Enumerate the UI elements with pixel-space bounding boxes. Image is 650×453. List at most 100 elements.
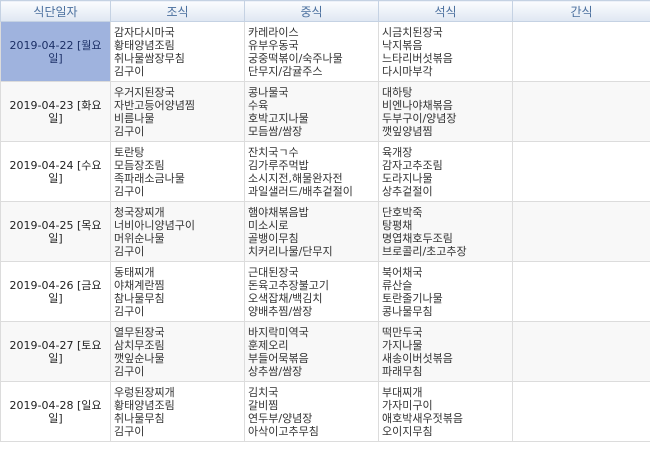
breakfast-item: 취나물쌈장무침 [114,51,185,65]
breakfast-cell: 열무된장국 삼치무조림 깻잎순나물 김구이 [110,321,245,382]
dinner-item: 오이지무침 [382,424,433,438]
lunch-item: 연두부/양념장 [248,411,313,425]
date-cell: 2019-04-27 [토요일] [0,321,111,382]
breakfast-item: 김구이 [114,184,145,198]
breakfast-item: 우렁된장찌개 [114,385,175,399]
dinner-item: 비엔나야채볶음 [382,98,453,112]
lunch-cell: 콩나물국 수육 호박고지나물 모듬쌈/쌈장 [244,81,379,142]
breakfast-cell: 토란탕 모듬장조림 족파래소금나물 김구이 [110,141,245,202]
dinner-item: 육개장 [382,145,413,159]
breakfast-item: 청국장찌개 [114,205,165,219]
dinner-item: 느타리버섯볶음 [382,51,453,65]
dinner-cell: 떡만두국 가지나물 새송이버섯볶음 파래무침 [378,321,513,382]
lunch-cell: 햄야채볶음밥 미소시로 골뱅이무침 치커리나물/단무지 [244,201,379,262]
table-header-row: 식단일자 조식 중식 석식 간식 [0,0,650,22]
dinner-item: 새송이버섯볶음 [382,351,453,365]
lunch-item: 바지락미역국 [248,325,309,339]
table-row[interactable]: 2019-04-26 [금요일] 동태찌개 야채계란찜 참나물무침 김구이 근대된장국 돈육… [0,261,650,322]
lunch-cell: 잔치국ㄱ수 김가루주먹밥 소시지전,해물완자전 과일샐러드/배추겉절이 [244,141,379,202]
breakfast-item: 머위순나물 [114,231,165,245]
breakfast-item: 자반고등어양념찜 [114,98,195,112]
header-date[interactable]: 식단일자 [0,0,111,22]
lunch-item: 훈제오리 [248,338,289,352]
table-row[interactable]: 2019-04-22 [월요일] 감자다시마국 황태양념조림 취나물쌈장무침 김구이 카레… [0,21,650,82]
breakfast-item: 김구이 [114,244,145,258]
breakfast-item: 동태찌개 [114,265,155,279]
lunch-item: 모듬쌈/쌈장 [248,124,303,138]
date-cell: 2019-04-23 [화요일] [0,81,111,142]
lunch-item: 골뱅이무침 [248,231,299,245]
breakfast-item: 참나물무침 [114,291,165,305]
date-cell: 2019-04-22 [월요일] [0,21,111,82]
lunch-item: 상추쌈/쌈장 [248,364,303,378]
dinner-cell: 북어채국 류산슬 토란줄기나물 콩나물무침 [378,261,513,322]
table-row[interactable]: 2019-04-28 [일요일] 우렁된장찌개 황태양념조림 취나물무침 김구이 김치국 갈… [0,381,650,442]
snack-cell [512,201,650,262]
dinner-item: 브로콜리/초고추장 [382,244,467,258]
dinner-item: 두부구이/양념장 [382,111,457,125]
date-cell: 2019-04-24 [수요일] [0,141,111,202]
lunch-item: 호박고지나물 [248,111,309,125]
dinner-item: 가자미구이 [382,398,433,412]
dinner-item: 토란줄기나물 [382,291,443,305]
snack-cell [512,321,650,382]
lunch-item: 아삭이고추무침 [248,424,319,438]
header-snack[interactable]: 간식 [512,0,650,22]
dinner-cell: 육개장 감자고추조림 도라지나물 상추겉절이 [378,141,513,202]
breakfast-item: 감자다시마국 [114,25,175,39]
lunch-cell: 근대된장국 돈육고추장불고기 오색잡채/백김치 양배추찜/쌈장 [244,261,379,322]
lunch-item: 과일샐러드/배추겉절이 [248,184,353,198]
lunch-item: 오색잡채/백김치 [248,291,323,305]
lunch-item: 잔치국ㄱ수 [248,145,299,159]
header-dinner[interactable]: 석식 [378,0,513,22]
dinner-cell: 시금치된장국 낙지볶음 느타리버섯볶음 다시마부각 [378,21,513,82]
breakfast-item: 삼치무조림 [114,338,165,352]
dinner-item: 파래무침 [382,364,423,378]
date-cell: 2019-04-28 [일요일] [0,381,111,442]
dinner-item: 다시마부각 [382,64,433,78]
snack-cell [512,381,650,442]
dinner-item: 시금치된장국 [382,25,443,39]
lunch-item: 치커리나물/단무지 [248,244,333,258]
dinner-item: 도라지나물 [382,171,433,185]
lunch-cell: 카레라이스 유부우동국 궁중떡볶이/숙주나물 단무지/감귤주스 [244,21,379,82]
table-row[interactable]: 2019-04-24 [수요일] 토란탕 모듬장조림 족파래소금나물 김구이 잔치국ㄱ수 김… [0,141,650,202]
lunch-cell: 김치국 갈비찜 연두부/양념장 아삭이고추무침 [244,381,379,442]
dinner-item: 떡만두국 [382,325,423,339]
breakfast-item: 김구이 [114,424,145,438]
table-row[interactable]: 2019-04-23 [화요일] 우거지된장국 자반고등어양념찜 비름나물 김구이 콩나물… [0,81,650,142]
snack-cell [512,21,650,82]
breakfast-item: 김구이 [114,124,145,138]
lunch-item: 미소시로 [248,218,289,232]
breakfast-item: 족파래소금나물 [114,171,185,185]
dinner-item: 명엽채호두조림 [382,231,453,245]
lunch-item: 부들어묵볶음 [248,351,309,365]
breakfast-item: 김구이 [114,304,145,318]
dinner-cell: 단호박죽 탕평채 명엽채호두조림 브로콜리/초고추장 [378,201,513,262]
lunch-item: 김치국 [248,385,279,399]
dinner-item: 감자고추조림 [382,158,443,172]
dinner-item: 애호박새우젓볶음 [382,411,463,425]
snack-cell [512,81,650,142]
lunch-item: 양배추찜/쌈장 [248,304,313,318]
lunch-item: 단무지/감귤주스 [248,64,323,78]
lunch-item: 콩나물국 [248,85,289,99]
breakfast-item: 토란탕 [114,145,145,159]
breakfast-item: 비름나물 [114,111,155,125]
header-breakfast[interactable]: 조식 [110,0,245,22]
table-row[interactable]: 2019-04-27 [토요일] 열무된장국 삼치무조림 깻잎순나물 김구이 바지락미역국… [0,321,650,382]
breakfast-cell: 동태찌개 야채계란찜 참나물무침 김구이 [110,261,245,322]
dinner-item: 류산슬 [382,278,413,292]
dinner-item: 가지나물 [382,338,423,352]
meal-menu-table: 식단일자 조식 중식 석식 간식 2019-04-22 [월요일] 감자다시마국황… [0,0,650,442]
header-lunch[interactable]: 중식 [244,0,379,22]
snack-cell [512,141,650,202]
table-body: 2019-04-22 [월요일] 감자다시마국황태양념조림 취나물쌈장무침김구이 카레… [0,21,650,442]
lunch-item: 소시지전,해물완자전 [248,171,343,185]
table-row[interactable]: 2019-04-25 [목요일] 청국장찌개 너비아니양념구이 머위순나물 김구이 햄야채… [0,201,650,262]
breakfast-item: 황태양념조림 [114,398,175,412]
lunch-item: 근대된장국 [248,265,299,279]
date-cell: 2019-04-25 [목요일] [0,201,111,262]
lunch-item: 돈육고추장불고기 [248,278,329,292]
dinner-item: 대하탕 [382,85,413,99]
